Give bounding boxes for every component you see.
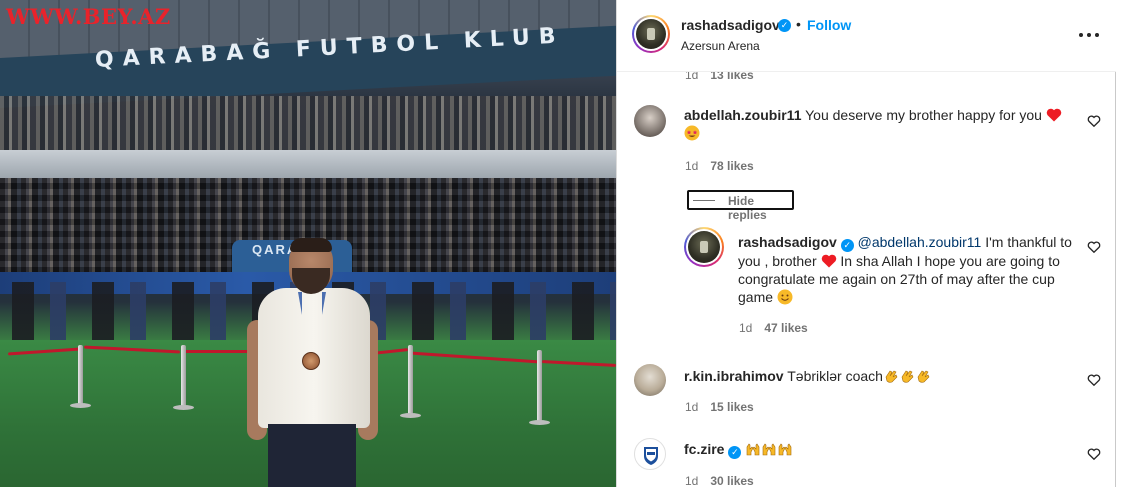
barrier-post — [529, 350, 550, 425]
heart-outline-icon[interactable] — [1087, 114, 1101, 128]
avatar[interactable] — [632, 15, 670, 53]
upper-crowd — [0, 96, 616, 156]
clapping-hands-emoji — [917, 370, 930, 383]
smiling-face-emoji — [777, 289, 793, 305]
comment-meta: 1d 47 likes — [739, 321, 808, 335]
verified-badge-icon: ✓ — [728, 446, 742, 459]
profile-picture — [636, 19, 666, 49]
heart-outline-icon[interactable] — [1087, 240, 1101, 254]
verified-badge-icon: ✓ — [778, 19, 791, 32]
post-side-panel: 1d 13 likes abdellah.zoubir11 You deserve… — [616, 0, 1116, 487]
avatar[interactable] — [634, 105, 666, 137]
comment-likes[interactable]: 47 likes — [764, 321, 807, 335]
comment-time: 1d — [685, 159, 699, 173]
comment-time: 1d — [739, 321, 753, 335]
more-options-icon[interactable] — [1079, 26, 1101, 42]
comment-username[interactable]: fc.zire — [684, 441, 724, 457]
comment-username[interactable]: abdellah.zoubir11 — [684, 107, 801, 123]
red-heart-emoji — [1046, 108, 1062, 122]
star-struck-emoji — [684, 125, 700, 141]
comment-likes[interactable]: 15 likes — [710, 400, 753, 414]
mention-link[interactable]: @abdellah.zoubir11 — [858, 234, 982, 250]
barrier-post — [400, 345, 421, 418]
profile-picture — [688, 231, 720, 263]
avatar[interactable] — [634, 364, 666, 396]
separator-dot: • — [796, 16, 801, 32]
reply-body: rashadsadigov ✓ @abdellah.zoubir11 I'm t… — [738, 233, 1078, 306]
comment-username[interactable]: rashadsadigov — [738, 234, 837, 250]
stadium-mid-band — [0, 150, 616, 180]
window-edge — [1115, 0, 1121, 487]
comment-body: r.kin.ibrahimov Təbriklər coach — [684, 367, 1079, 385]
club-crest-icon — [644, 447, 658, 465]
raised-hands-emoji — [762, 443, 776, 456]
post-photo[interactable]: QARABAĞ FUTBOL KLUB QARABAĞ WWW.BEY.AZ — [0, 0, 616, 487]
comment-likes[interactable]: 30 likes — [710, 474, 753, 487]
divider-line — [693, 200, 715, 201]
man-hair — [290, 238, 332, 252]
clapping-hands-emoji — [901, 370, 914, 383]
heart-outline-icon[interactable] — [1087, 373, 1101, 387]
avatar[interactable] — [634, 438, 666, 470]
medal — [302, 352, 320, 370]
clapping-hands-emoji — [885, 370, 898, 383]
avatar[interactable] — [684, 227, 724, 267]
comment-meta: 1d 30 likes — [685, 474, 754, 487]
comment-likes[interactable]: 78 likes — [710, 159, 753, 173]
post-header: rashadsadigov ✓ • Follow Azersun Arena — [617, 0, 1116, 72]
raised-hands-emoji — [778, 443, 792, 456]
barrier-post — [70, 345, 91, 408]
comment-body: fc.zire ✓ — [684, 440, 1079, 459]
heart-outline-icon[interactable] — [1087, 447, 1101, 461]
raised-hands-emoji — [746, 443, 760, 456]
comment-body: abdellah.zoubir11 You deserve my brother… — [684, 106, 1079, 142]
comment-text: Təbriklər coach — [787, 368, 883, 384]
comment-time: 1d — [685, 474, 699, 487]
comment-username[interactable]: r.kin.ibrahimov — [684, 368, 784, 384]
location-link[interactable]: Azersun Arena — [681, 39, 760, 53]
comment-meta: 1d 78 likes — [685, 159, 754, 173]
man-dark-trousers — [268, 424, 356, 487]
watermark-text: WWW.BEY.AZ — [6, 4, 171, 29]
comment-text: You deserve my brother happy for you — [805, 107, 1042, 123]
comment-meta: 1d 15 likes — [685, 400, 754, 414]
barrier-rope — [184, 350, 254, 353]
hide-replies-button[interactable]: Hide replies — [687, 190, 794, 222]
comment-time: 1d — [685, 400, 699, 414]
hide-replies-label: Hide replies — [728, 194, 767, 222]
post-username[interactable]: rashadsadigov — [681, 17, 780, 33]
verified-badge-icon: ✓ — [840, 239, 854, 252]
red-heart-emoji — [821, 254, 836, 268]
follow-button[interactable]: Follow — [807, 17, 851, 33]
barrier-post — [173, 345, 194, 410]
